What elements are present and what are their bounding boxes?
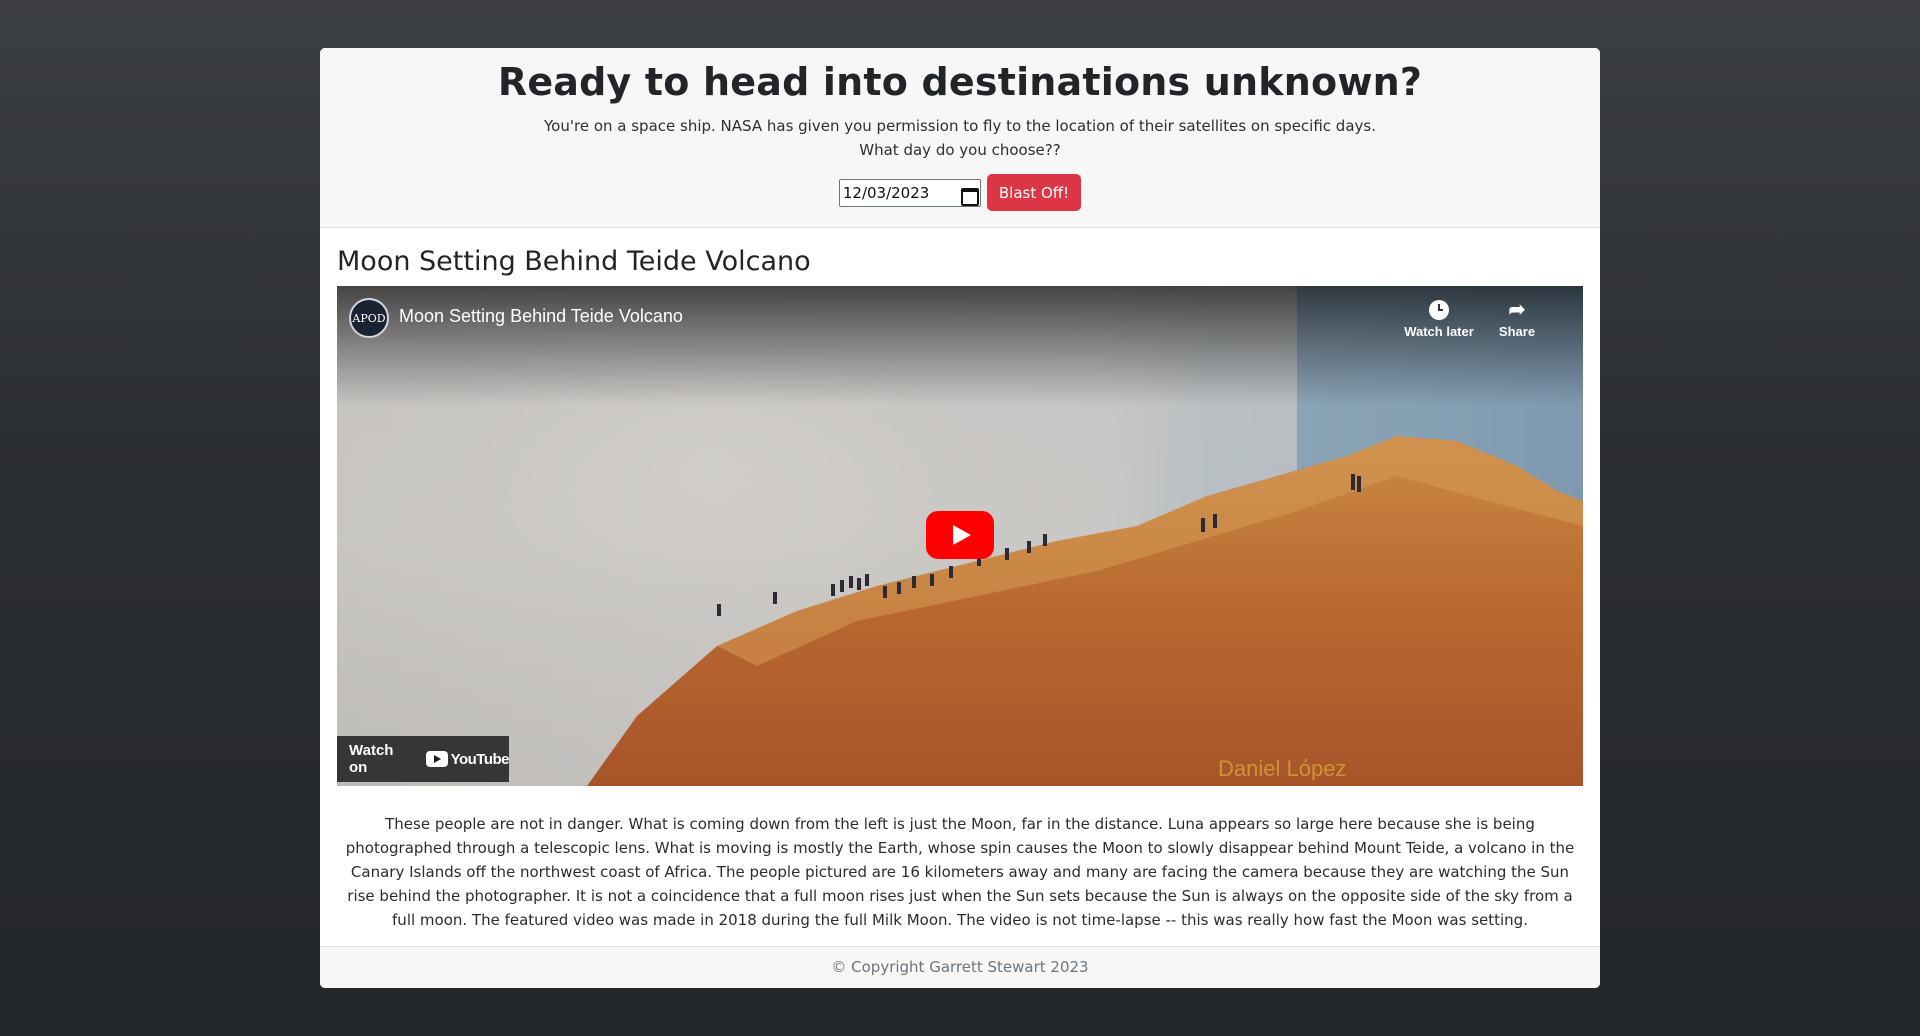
blast-off-button[interactable]: Blast Off! <box>986 174 1082 211</box>
copyright-text: © Copyright Garrett Stewart 2023 <box>831 958 1089 976</box>
date-form: 12/03/2023 Blast Off! <box>320 174 1600 211</box>
date-input[interactable]: 12/03/2023 <box>838 178 981 207</box>
video-watermark: Daniel López <box>1218 756 1347 781</box>
play-button[interactable] <box>926 511 994 559</box>
video-player[interactable]: APOD Moon Setting Behind Teide Volcano W… <box>337 286 1583 786</box>
video-title[interactable]: Moon Setting Behind Teide Volcano <box>399 306 683 327</box>
card-body: Moon Setting Behind Teide Volcano APOD M… <box>320 228 1600 932</box>
share-arrow-icon: ➦ <box>1508 299 1526 321</box>
card-header: Ready to head into destinations unknown?… <box>320 48 1600 228</box>
calendar-icon[interactable] <box>960 186 979 206</box>
youtube-wordmark: YouTube <box>450 750 510 768</box>
share-label: Share <box>1498 324 1536 339</box>
intro-line-2: What day do you choose?? <box>859 141 1061 159</box>
date-value: 12/03/2023 <box>842 183 930 202</box>
watch-on-youtube-button[interactable]: Watch on YouTube <box>337 736 510 782</box>
watch-later-label: Watch later <box>1404 324 1474 339</box>
play-icon <box>953 525 971 545</box>
apod-explanation: These people are not in danger. What is … <box>345 815 1575 929</box>
channel-logo[interactable]: APOD <box>349 298 389 338</box>
main-card: Ready to head into destinations unknown?… <box>320 48 1600 988</box>
intro-line-1: You're on a space ship. NASA has given y… <box>544 117 1376 135</box>
clock-icon <box>1429 300 1449 320</box>
page-title: Ready to head into destinations unknown? <box>497 60 1423 104</box>
card-footer: © Copyright Garrett Stewart 2023 <box>320 946 1600 988</box>
share-button[interactable]: ➦ Share <box>1472 296 1562 339</box>
youtube-logo-icon <box>425 751 448 767</box>
watch-later-button[interactable]: Watch later <box>1394 296 1484 339</box>
intro-text: You're on a space ship. NASA has given y… <box>320 114 1600 162</box>
apod-title: Moon Setting Behind Teide Volcano <box>337 246 811 277</box>
watch-on-label: Watch on <box>349 742 394 776</box>
